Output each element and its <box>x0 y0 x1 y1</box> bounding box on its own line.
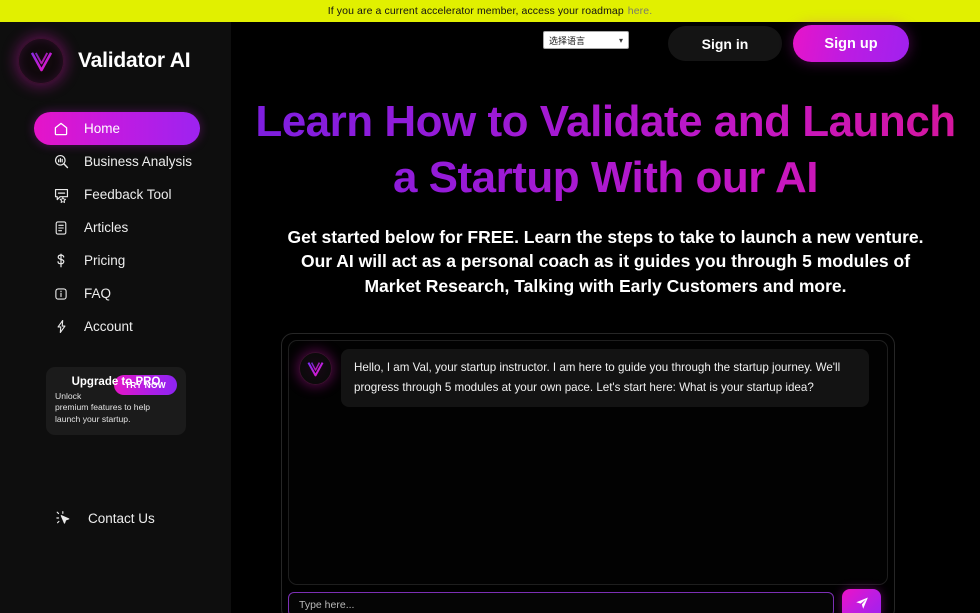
page-title: Learn How to Validate and Launch a Start… <box>231 94 980 207</box>
cursor-click-icon <box>52 510 74 527</box>
chat-input[interactable] <box>288 592 834 613</box>
sidebar: Validator AI Home Business Analysis Feed… <box>0 22 231 613</box>
sidebar-item-faq[interactable]: FAQ <box>34 277 200 310</box>
announcement-text: If you are a current accelerator member,… <box>327 5 624 17</box>
upgrade-title: Upgrade to PRO <box>71 376 161 388</box>
chat-message-text: Hello, I am Val, your startup instructor… <box>341 349 869 407</box>
sidebar-item-label: FAQ <box>84 286 112 301</box>
magnifier-chart-icon <box>50 153 72 170</box>
avatar <box>299 352 332 385</box>
chat-panel: Hello, I am Val, your startup instructor… <box>281 333 895 613</box>
home-icon <box>50 121 72 137</box>
sidebar-item-label: Home <box>84 121 121 136</box>
chat-transcript: Hello, I am Val, your startup instructor… <box>288 340 888 585</box>
sidebar-item-feedback-tool[interactable]: Feedback Tool <box>34 178 200 211</box>
sign-up-button[interactable]: Sign up <box>793 25 909 62</box>
sidebar-item-home[interactable]: Home <box>34 112 200 145</box>
hero-section: Learn How to Validate and Launch a Start… <box>231 94 980 299</box>
paper-plane-icon <box>854 595 870 613</box>
sidebar-item-label: Business Analysis <box>84 154 193 169</box>
sidebar-item-label: Account <box>84 319 133 334</box>
sidebar-item-pricing[interactable]: Pricing <box>34 244 200 277</box>
chat-composer <box>288 589 890 613</box>
language-select[interactable]: 选择语言 ▾ <box>543 31 629 49</box>
brand[interactable]: Validator AI <box>0 22 231 100</box>
upgrade-card: Upgrade to PRO TRY NOW Unlock premium fe… <box>46 367 186 436</box>
validator-v-logo-icon <box>18 38 64 84</box>
upgrade-description: Unlock premium features to help launch y… <box>55 391 151 424</box>
sidebar-item-business-analysis[interactable]: Business Analysis <box>34 145 200 178</box>
dollar-sign-icon <box>50 252 72 269</box>
document-lines-icon <box>50 220 72 236</box>
lightning-bolt-icon <box>50 318 72 335</box>
contact-label: Contact Us <box>88 511 155 526</box>
sidebar-item-contact-us[interactable]: Contact Us <box>52 510 155 527</box>
page-root: If you are a current accelerator member,… <box>0 0 980 613</box>
sidebar-nav: Home Business Analysis Feedback Tool Art… <box>0 112 231 343</box>
brand-name: Validator AI <box>78 49 191 72</box>
speech-bubble-star-icon <box>50 186 72 203</box>
announcement-banner: If you are a current accelerator member,… <box>0 0 980 22</box>
info-square-icon <box>50 286 72 302</box>
language-select-value: 选择语言 <box>549 35 586 46</box>
sidebar-item-label: Feedback Tool <box>84 187 172 202</box>
send-button[interactable] <box>842 589 881 613</box>
sidebar-item-label: Pricing <box>84 253 126 268</box>
roadmap-link[interactable]: here. <box>628 5 652 17</box>
sign-in-button[interactable]: Sign in <box>668 26 782 61</box>
hero-subheading: Get started below for FREE. Learn the st… <box>287 226 924 297</box>
sidebar-item-articles[interactable]: Articles <box>34 211 200 244</box>
chat-message: Hello, I am Val, your startup instructor… <box>299 349 877 407</box>
sidebar-item-account[interactable]: Account <box>34 310 200 343</box>
chevron-down-icon: ▾ <box>618 35 623 45</box>
sidebar-item-label: Articles <box>84 220 129 235</box>
header-controls: 选择语言 ▾ Sign in Sign up <box>231 22 980 94</box>
